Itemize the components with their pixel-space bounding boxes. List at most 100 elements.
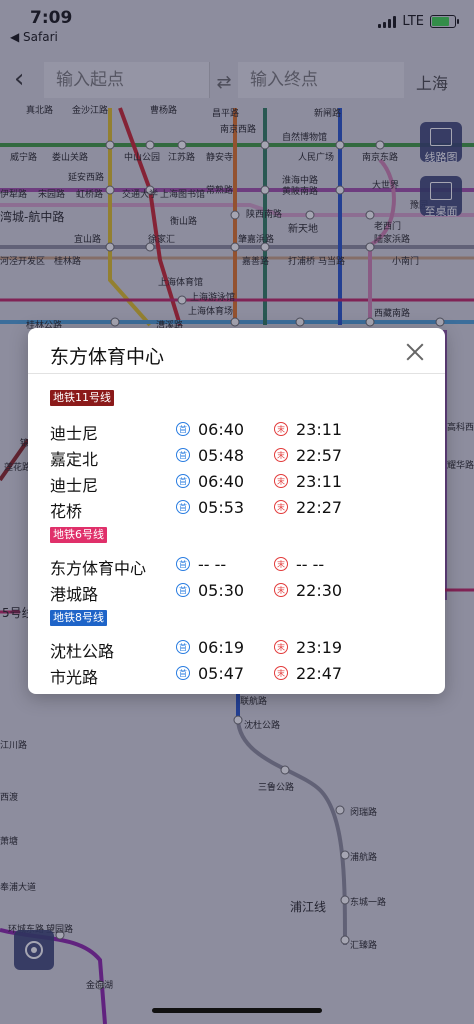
map-station-label[interactable]: 老西门 <box>374 219 401 232</box>
map-station-label[interactable]: 汇臻路 <box>350 938 377 951</box>
first-train-icon: 首 <box>176 422 190 436</box>
map-station-label[interactable]: 新天地 <box>288 220 318 235</box>
city-selector[interactable]: 上海 <box>416 70 448 94</box>
map-station-label[interactable]: 莲花路 <box>4 460 31 473</box>
map-station-label[interactable]: 陕西南路 <box>246 207 282 220</box>
map-station-label[interactable]: 上海游泳馆 <box>190 290 235 303</box>
map-station-label[interactable]: 曹杨路 <box>150 103 177 116</box>
map-station-label[interactable]: 虹桥路 <box>76 187 103 200</box>
map-station-label[interactable]: 嘉善路 <box>242 254 269 267</box>
map-station-label[interactable]: 伊犁路 <box>0 187 27 200</box>
map-station-label[interactable]: 衡山路 <box>170 214 197 227</box>
map-station-label[interactable]: 昌平路 <box>212 106 239 119</box>
map-station-label[interactable]: 娄山关路 <box>52 150 88 163</box>
direction-station: 东方体育中心 <box>50 559 147 578</box>
map-station-label[interactable]: 湾城-航中路 <box>0 208 64 225</box>
map-station-label[interactable]: 浦航路 <box>350 850 377 863</box>
first-train-time: 06:19 <box>198 638 245 657</box>
last-train-icon: 末 <box>274 583 288 597</box>
map-station-label[interactable]: 耀华路 <box>447 458 474 471</box>
map-station-label[interactable]: 黄陂南路 <box>282 184 318 197</box>
map-station-label[interactable]: 河泾开发区 <box>0 254 45 267</box>
map-station-label[interactable]: 江苏路 <box>168 150 195 163</box>
first-train-icon: 首 <box>176 557 190 571</box>
map-station-label[interactable]: 联航路 <box>240 694 267 707</box>
back-to-safari-link[interactable]: ◀ Safari <box>10 30 58 44</box>
last-train-icon: 末 <box>274 640 288 654</box>
last-train-icon: 末 <box>274 500 288 514</box>
map-station-label[interactable]: 人民广场 <box>298 150 334 163</box>
last-train-time: 22:57 <box>296 446 343 465</box>
map-station-label[interactable]: 江川路 <box>0 738 27 751</box>
direction-station: 花桥 <box>50 502 83 521</box>
first-train-icon: 首 <box>176 640 190 654</box>
direction-station: 迪士尼 <box>50 424 99 443</box>
line-badge-6: 地铁6号线 <box>50 527 107 543</box>
map-station-label[interactable]: 宋园路 <box>38 187 65 200</box>
map-station-label[interactable]: 静安寺 <box>206 150 233 163</box>
last-train-time: 23:19 <box>296 638 343 657</box>
last-train-time: 22:47 <box>296 664 343 683</box>
map-station-label[interactable]: 延安西路 <box>68 170 104 183</box>
close-icon[interactable] <box>403 340 427 364</box>
timetable-row: 迪士尼 首 06:40 末 23:11 <box>50 418 430 444</box>
map-station-label[interactable]: 金海湖 <box>86 978 113 991</box>
map-station-label[interactable]: 上海体育场 <box>188 304 233 317</box>
timetable-row: 嘉定北 首 05:48 末 22:57 <box>50 444 430 470</box>
add-to-desktop-button[interactable]: 至桌面 <box>420 176 462 218</box>
map-station-label[interactable]: 自然博物馆 <box>282 130 327 143</box>
first-train-time: 05:48 <box>198 446 245 465</box>
map-station-label[interactable]: 肇嘉浜路 <box>238 232 274 245</box>
station-timetable-dialog: 东方体育中心 地铁11号线 迪士尼 首 06:40 末 23:11 嘉定北 首 … <box>28 328 445 694</box>
map-station-label[interactable]: 南京西路 <box>220 122 256 135</box>
status-indicators: LTE <box>378 14 459 29</box>
map-station-label[interactable]: 沈杜公路 <box>244 718 280 731</box>
map-station-label[interactable]: 西藏南路 <box>374 306 410 319</box>
map-station-label[interactable]: 金沙江路 <box>72 103 108 116</box>
map-station-label[interactable]: 闵瑞路 <box>350 805 377 818</box>
map-station-label[interactable]: 大世界 <box>372 178 399 191</box>
map-station-label[interactable]: 威宁路 <box>10 150 37 163</box>
map-station-label[interactable]: 奉浦大道 <box>0 880 36 893</box>
map-station-label[interactable]: 徐家汇 <box>148 232 175 245</box>
first-train-time: 05:47 <box>198 664 245 683</box>
map-station-label[interactable]: 小南门 <box>392 254 419 267</box>
timetable-row: 市光路 首 05:47 末 22:47 <box>50 662 430 688</box>
map-station-label[interactable]: 西渡 <box>0 790 18 803</box>
map-station-label[interactable]: 交通大学 <box>122 187 158 200</box>
end-input[interactable]: 输入终点 <box>238 62 404 98</box>
signal-icon <box>378 15 397 28</box>
map-station-label[interactable]: 中山公园 <box>124 150 160 163</box>
first-train-icon: 首 <box>176 583 190 597</box>
map-station-label[interactable]: 打浦桥 <box>288 254 315 267</box>
last-train-icon: 末 <box>274 448 288 462</box>
map-station-label[interactable]: 马当路 <box>318 254 345 267</box>
map-station-label[interactable]: 陆家浜路 <box>374 232 410 245</box>
line-map-button[interactable]: 线路图 <box>420 122 462 164</box>
locate-button[interactable] <box>14 930 54 970</box>
map-station-label[interactable]: 常熟路 <box>206 183 233 196</box>
route-search-bar: ‹ 输入起点 ⇄ 输入终点 上海 <box>0 58 474 102</box>
map-station-label[interactable]: 新闸路 <box>314 106 341 119</box>
home-indicator[interactable] <box>152 1008 322 1013</box>
map-station-label[interactable]: 东城一路 <box>350 895 386 908</box>
first-train-time: 06:40 <box>198 472 245 491</box>
map-station-label[interactable]: 高科西路 <box>447 420 474 433</box>
back-chevron-icon[interactable]: ‹ <box>14 66 40 92</box>
line-badge-11: 地铁11号线 <box>50 390 114 406</box>
map-station-label[interactable]: 上海图书馆 <box>160 187 205 200</box>
map-station-label[interactable]: 三鲁公路 <box>258 780 294 793</box>
map-station-label[interactable]: 桂林路 <box>54 254 81 267</box>
map-station-label[interactable]: 上海体育馆 <box>158 275 203 288</box>
direction-station: 嘉定北 <box>50 450 99 469</box>
map-station-label[interactable]: 宜山路 <box>74 232 101 245</box>
map-station-label[interactable]: 真北路 <box>26 103 53 116</box>
line-map-label: 线路图 <box>424 151 458 164</box>
map-station-label[interactable]: 萧塘 <box>0 834 18 847</box>
start-input[interactable]: 输入起点 <box>44 62 210 98</box>
map-line-label[interactable]: 浦江线 <box>290 898 326 915</box>
swap-icon[interactable]: ⇄ <box>212 72 236 93</box>
first-train-icon: 首 <box>176 474 190 488</box>
timetable-row: 花桥 首 05:53 末 22:27 <box>50 496 430 522</box>
map-station-label[interactable]: 南京东路 <box>362 150 398 163</box>
